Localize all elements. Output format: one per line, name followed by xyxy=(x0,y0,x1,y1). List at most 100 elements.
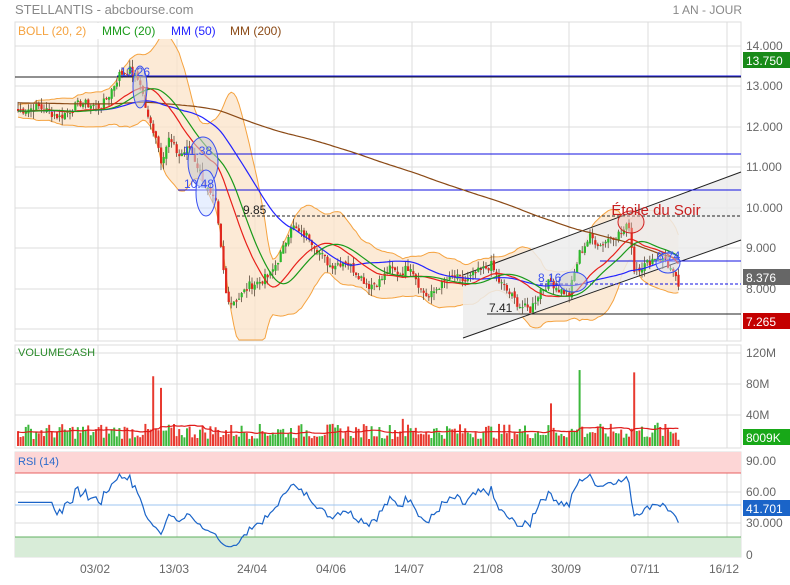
candle-body xyxy=(321,253,324,255)
volume-bar xyxy=(555,432,558,446)
volume-bar xyxy=(188,426,191,446)
volume-bar xyxy=(487,425,490,446)
candle-body xyxy=(154,131,157,138)
volume-bar xyxy=(427,434,430,446)
volume-bar xyxy=(131,429,134,446)
volume-bar xyxy=(48,424,51,446)
volume-bar xyxy=(269,435,272,446)
candle-body xyxy=(362,277,365,284)
candle-body xyxy=(425,292,428,297)
volume-bar xyxy=(586,433,589,446)
rsi-overbought-zone xyxy=(15,452,741,473)
volume-bar xyxy=(344,431,347,446)
rsi-last-value: 41.701 xyxy=(746,502,783,516)
candle-body xyxy=(355,272,358,276)
candle-body xyxy=(479,268,482,270)
ellipse-mark[interactable] xyxy=(558,271,588,293)
volume-bar xyxy=(459,424,461,446)
candle-body xyxy=(474,272,477,274)
candle-body xyxy=(113,86,116,91)
candle-body xyxy=(61,114,64,119)
volume-bar xyxy=(308,436,311,446)
rsi-oversold-zone xyxy=(15,537,741,557)
low-price-value: 7.265 xyxy=(746,315,776,329)
candle-body xyxy=(596,244,599,246)
date-tick: 16/12 xyxy=(709,562,739,576)
volume-bar xyxy=(521,431,524,446)
candle-body xyxy=(643,263,646,271)
candle-body xyxy=(487,268,490,271)
legend-mm200[interactable]: MM (200) xyxy=(230,24,281,38)
candle-body xyxy=(173,142,176,144)
candle-body xyxy=(149,117,152,124)
candle-body xyxy=(513,291,516,298)
volume-bar xyxy=(37,433,40,446)
volume-bar xyxy=(277,429,279,446)
annotation-7-41: 7.41 xyxy=(489,301,513,315)
candle-body xyxy=(459,275,462,277)
candle-body xyxy=(511,293,514,297)
volume-bar xyxy=(490,426,493,446)
volume-tick: 80M xyxy=(746,377,769,391)
legend-mmc20[interactable]: MMC (20) xyxy=(102,24,155,38)
volume-tick: 120M xyxy=(746,346,776,360)
volume-bar xyxy=(386,435,389,446)
volume-bar xyxy=(557,435,560,446)
candle-body xyxy=(271,269,274,272)
candle-body xyxy=(232,301,235,306)
volume-bar xyxy=(217,429,220,446)
candle-body xyxy=(524,303,527,306)
volume-bar xyxy=(628,436,630,446)
volume-bar xyxy=(615,433,617,446)
candle-body xyxy=(537,297,540,302)
volume-bar xyxy=(669,431,672,446)
volume-bar xyxy=(180,435,183,446)
volume-bar xyxy=(508,424,511,446)
volume-bar xyxy=(505,433,508,446)
volume-bar xyxy=(360,437,363,446)
volume-bar xyxy=(56,431,58,446)
candle-body xyxy=(620,233,623,235)
candle-body xyxy=(430,291,433,298)
candle-body xyxy=(370,284,373,290)
volume-bar xyxy=(264,433,266,446)
volume-bar xyxy=(612,431,615,446)
candle-body xyxy=(238,298,241,300)
period-label[interactable]: 1 AN - JOUR xyxy=(673,3,743,17)
candle-body xyxy=(165,146,168,159)
candle-body xyxy=(290,227,293,238)
candle-body xyxy=(365,283,368,285)
volume-bar xyxy=(258,423,261,446)
volume-bar xyxy=(355,427,357,446)
volume-bar xyxy=(399,431,402,446)
volume-last-value: 8009K xyxy=(746,431,781,445)
candle-body xyxy=(167,137,170,148)
date-axis: 03/02 13/03 24/04 04/06 14/07 21/08 30/0… xyxy=(80,562,739,576)
legend-boll[interactable]: BOLL (20, 2) xyxy=(18,24,86,38)
volume-bar xyxy=(352,437,355,446)
candle-body xyxy=(435,289,438,291)
volume-bar xyxy=(271,432,274,446)
candle-body xyxy=(300,230,303,232)
candle-body xyxy=(170,139,173,143)
legend-mm50[interactable]: MM (50) xyxy=(171,24,216,38)
candle-body xyxy=(331,265,334,269)
candle-body xyxy=(245,289,248,291)
annotation-10-48: 10.48 xyxy=(184,177,214,191)
candle-body xyxy=(35,104,38,111)
candle-body xyxy=(157,136,160,148)
candle-body xyxy=(492,260,495,271)
candle-body xyxy=(178,154,181,157)
volume-bar xyxy=(485,426,487,446)
volume-bar xyxy=(461,433,464,446)
candle-body xyxy=(284,242,287,247)
volume-bar xyxy=(74,438,77,446)
candle-body xyxy=(485,266,488,269)
price-tick: 14.000 xyxy=(746,39,783,53)
date-tick: 07/11 xyxy=(630,562,659,576)
volume-bar xyxy=(201,425,204,446)
candle-body xyxy=(318,252,321,255)
candle-body xyxy=(607,238,610,243)
volume-bar xyxy=(84,430,87,446)
candle-body xyxy=(297,228,300,232)
